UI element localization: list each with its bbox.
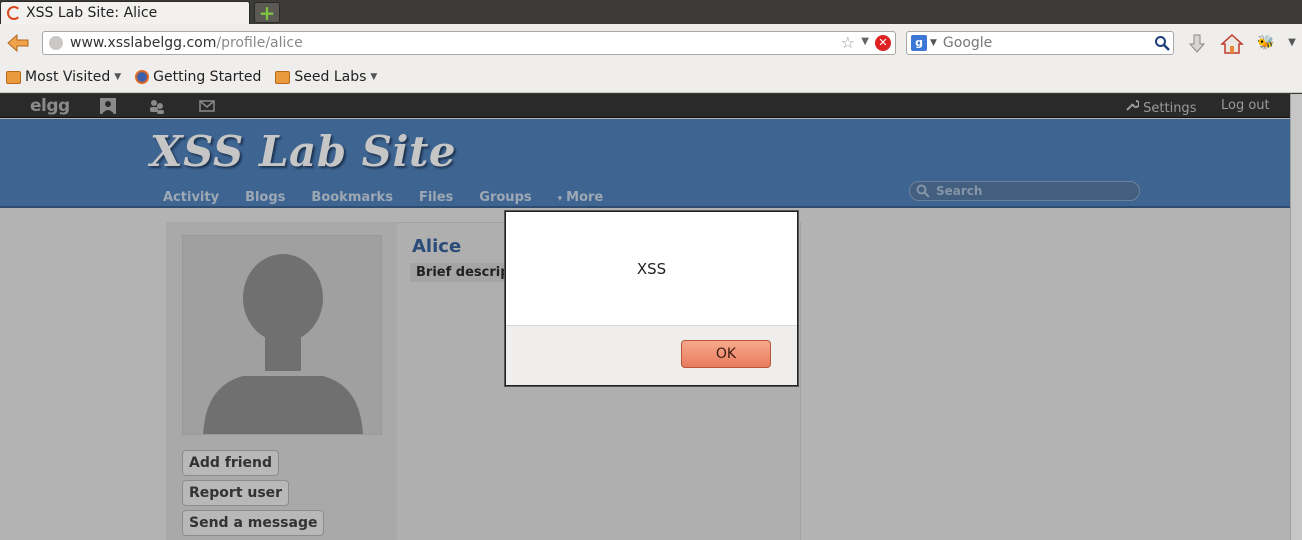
search-placeholder: Search (936, 184, 983, 198)
logout-link[interactable]: Log out (1221, 98, 1270, 113)
messages-icon[interactable] (198, 98, 216, 114)
search-engine-placeholder: Google (942, 35, 993, 51)
loading-favicon-icon (7, 6, 21, 20)
back-arrow-icon[interactable] (6, 32, 30, 54)
bookmark-star-icon[interactable]: ☆ (841, 33, 855, 52)
url-host: www.xsslabelgg.com (70, 35, 217, 51)
site-title[interactable]: XSS Lab Site (150, 127, 456, 176)
url-bar[interactable]: www.xsslabelgg.com/profile/alice ☆ ▼ ✕ (42, 31, 896, 55)
site-header: XSS Lab Site Activity Blogs Bookmarks Fi… (0, 119, 1290, 208)
bookmark-getting-started[interactable]: Getting Started (135, 69, 261, 85)
menu-item-activity[interactable]: Activity (163, 190, 219, 205)
tab-bar: XSS Lab Site: Alice + (0, 0, 1302, 24)
search-icon[interactable] (1154, 35, 1170, 51)
chevron-down-icon: ▼ (370, 72, 378, 82)
menu-item-blogs[interactable]: Blogs (245, 190, 285, 205)
menu-dropdown-icon[interactable]: ▼ (1280, 32, 1302, 56)
profile-name[interactable]: Alice (412, 236, 461, 257)
extension-icon[interactable]: 🐝 (1254, 32, 1278, 56)
settings-label: Settings (1143, 101, 1197, 116)
brief-description-label: Brief description: (410, 263, 510, 282)
bookmarks-toolbar: Most Visited ▼ Getting Started Seed Labs… (0, 62, 1302, 93)
profile-icon[interactable] (99, 98, 117, 114)
elgg-logo[interactable]: elgg (30, 96, 70, 116)
site-identity-icon[interactable] (49, 36, 63, 50)
page-scrollbar[interactable] (1290, 94, 1302, 540)
folder-icon (275, 70, 291, 84)
site-search-input[interactable]: Search (909, 181, 1140, 201)
history-dropdown-icon[interactable]: ▼ (861, 36, 869, 47)
engine-dropdown-icon[interactable]: ▼ (930, 38, 937, 48)
alert-message: XSS (636, 259, 667, 278)
new-tab-button[interactable]: + (254, 2, 280, 23)
send-message-button[interactable]: Send a message (182, 510, 325, 536)
menu-item-more[interactable]: ▾ More (558, 190, 630, 205)
avatar (182, 235, 382, 435)
site-menu: Activity Blogs Bookmarks Files Groups ▾ M… (163, 190, 655, 205)
more-label: More (566, 190, 604, 205)
settings-link[interactable]: Settings (1125, 98, 1196, 116)
elgg-topbar: elgg Settings Log out (0, 94, 1290, 118)
download-icon[interactable] (1185, 32, 1209, 56)
browser-tab[interactable]: XSS Lab Site: Alice (0, 1, 250, 24)
wrench-icon (1125, 98, 1140, 116)
more-caret-icon: ▾ (557, 194, 563, 204)
google-icon[interactable]: g (911, 35, 927, 51)
bookmark-seed-labs[interactable]: Seed Labs ▼ (275, 69, 377, 85)
alert-footer: OK (506, 325, 797, 385)
tab-title: XSS Lab Site: Alice (26, 5, 158, 21)
url-path: /profile/alice (216, 35, 303, 51)
bookmark-label: Most Visited (25, 69, 111, 85)
menu-item-files[interactable]: Files (419, 190, 453, 205)
menu-item-bookmarks[interactable]: Bookmarks (311, 190, 393, 205)
bookmark-label: Seed Labs (294, 69, 367, 85)
stop-icon[interactable]: ✕ (875, 35, 891, 51)
bookmark-most-visited[interactable]: Most Visited ▼ (6, 69, 121, 85)
navigation-toolbar: www.xsslabelgg.com/profile/alice ☆ ▼ ✕ g… (0, 24, 1302, 62)
add-friend-button[interactable]: Add friend (182, 450, 280, 476)
bookmark-label: Getting Started (153, 69, 262, 85)
ok-button[interactable]: OK (681, 340, 771, 368)
menu-item-groups[interactable]: Groups (479, 190, 531, 205)
search-icon (916, 184, 930, 198)
friends-icon[interactable] (148, 98, 166, 114)
chevron-down-icon: ▼ (114, 72, 122, 82)
report-user-button[interactable]: Report user (182, 480, 290, 506)
alert-dialog: XSS OK (505, 211, 798, 386)
search-engine-bar[interactable]: g ▼ Google (906, 31, 1174, 55)
folder-icon (6, 70, 21, 84)
firefox-icon (135, 70, 150, 84)
home-icon[interactable] (1220, 32, 1244, 56)
